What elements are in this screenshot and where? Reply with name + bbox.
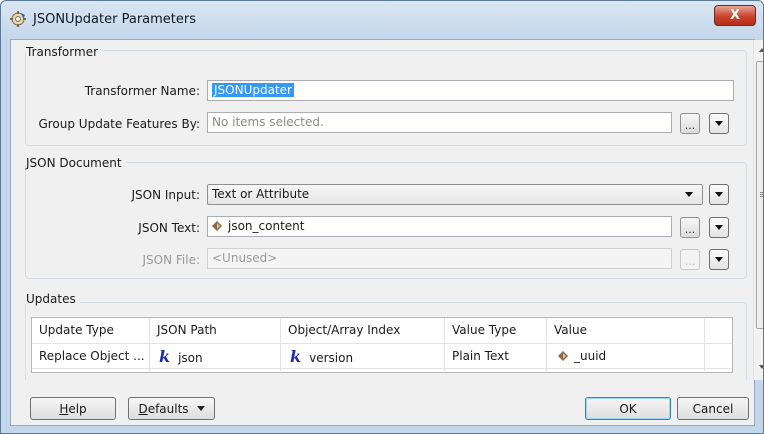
column-header-value-type[interactable]: Value Type bbox=[452, 323, 516, 337]
k-expression-icon: k bbox=[159, 347, 171, 366]
parameters-scroll-area: Transformer Transformer Name: JSONUpdate… bbox=[11, 40, 753, 380]
grip-icon bbox=[760, 192, 763, 193]
row-divider bbox=[32, 368, 732, 369]
chevron-down-icon bbox=[715, 257, 723, 262]
json-input-menu-button[interactable] bbox=[709, 184, 729, 205]
cell-json-path[interactable]: k json bbox=[159, 347, 203, 366]
title-bar[interactable]: JSONUpdater Parameters X bbox=[1, 1, 763, 39]
json-input-label: JSON Input: bbox=[131, 188, 200, 202]
json-file-value: <Unused> bbox=[212, 251, 278, 265]
defaults-button[interactable]: Defaults bbox=[128, 397, 215, 420]
grip-icon bbox=[760, 194, 763, 195]
json-file-input[interactable]: <Unused> bbox=[207, 248, 672, 269]
column-header-update-type[interactable]: Update Type bbox=[39, 323, 114, 337]
json-file-menu-button[interactable] bbox=[709, 249, 729, 270]
defaults-button-label: efaults bbox=[147, 401, 189, 416]
transformer-name-value: JSONUpdater bbox=[212, 83, 294, 97]
ellipsis-icon: ... bbox=[684, 223, 696, 236]
json-text-label: JSON Text: bbox=[138, 221, 200, 235]
json-text-input[interactable]: json_content bbox=[207, 216, 672, 237]
dialog-client-area: Transformer Transformer Name: JSONUpdate… bbox=[10, 39, 763, 426]
transformer-name-label: Transformer Name: bbox=[84, 84, 200, 98]
cell-value-type[interactable]: Plain Text bbox=[452, 349, 509, 363]
json-file-label: JSON File: bbox=[142, 253, 200, 267]
column-header-object-index[interactable]: Object/Array Index bbox=[288, 323, 400, 337]
help-button-label: elp bbox=[68, 401, 87, 416]
chevron-down-icon bbox=[715, 225, 723, 230]
cell-update-type[interactable]: Replace Object ... bbox=[39, 349, 145, 363]
transformer-name-input[interactable]: JSONUpdater bbox=[207, 80, 734, 101]
json-input-select[interactable]: Text or Attribute bbox=[207, 184, 703, 205]
column-header-json-path[interactable]: JSON Path bbox=[157, 323, 217, 337]
help-button[interactable]: Help bbox=[30, 397, 116, 420]
scroll-down-icon[interactable] bbox=[759, 365, 763, 369]
cell-object-index-text: version bbox=[309, 351, 354, 365]
window-title: JSONUpdater Parameters bbox=[33, 12, 197, 27]
column-header-value[interactable]: Value bbox=[554, 323, 587, 337]
cell-value[interactable]: _uuid bbox=[558, 349, 606, 363]
attribute-diamond-icon bbox=[212, 221, 222, 231]
help-button-accel: H bbox=[59, 401, 69, 416]
k-expression-icon: k bbox=[290, 347, 302, 366]
attribute-diamond-icon bbox=[558, 351, 568, 361]
close-button[interactable]: X bbox=[714, 5, 756, 26]
cell-value-text: _uuid bbox=[574, 349, 607, 363]
updates-group-title: Updates bbox=[26, 292, 80, 306]
chevron-down-icon bbox=[196, 406, 205, 411]
cell-json-path-text: json bbox=[178, 351, 203, 365]
json-text-value: json_content bbox=[228, 219, 305, 233]
chevron-down-icon bbox=[685, 192, 693, 197]
scroll-up-icon[interactable] bbox=[759, 48, 763, 52]
table-row[interactable]: Replace Object ... k json k version Plain … bbox=[32, 344, 732, 368]
grip-icon bbox=[760, 196, 763, 197]
cancel-button-label: Cancel bbox=[692, 401, 734, 416]
ok-button[interactable]: OK bbox=[585, 397, 671, 420]
close-icon: X bbox=[729, 8, 741, 23]
chevron-down-icon bbox=[715, 121, 723, 126]
scrollbar-thumb[interactable] bbox=[756, 61, 763, 329]
ellipsis-icon: ... bbox=[684, 119, 696, 132]
group-by-input[interactable]: No items selected. bbox=[207, 112, 672, 133]
json-text-ellipsis-button[interactable]: ... bbox=[680, 217, 700, 238]
group-by-label: Group Update Features By: bbox=[38, 117, 200, 131]
group-by-menu-button[interactable] bbox=[709, 113, 729, 134]
json-file-ellipsis-button[interactable]: ... bbox=[680, 249, 700, 270]
ok-button-label: OK bbox=[619, 401, 637, 416]
fme-transformer-icon bbox=[10, 11, 26, 27]
vertical-scrollbar[interactable] bbox=[753, 40, 763, 380]
defaults-button-accel: D bbox=[138, 401, 148, 416]
json-input-value: Text or Attribute bbox=[212, 187, 310, 201]
json-document-group-title: JSON Document bbox=[26, 156, 126, 170]
chevron-down-icon bbox=[715, 192, 723, 197]
group-by-placeholder: No items selected. bbox=[212, 115, 324, 129]
cancel-button[interactable]: Cancel bbox=[677, 397, 749, 420]
updates-table: Update Type JSON Path Object/Array Index… bbox=[31, 317, 733, 373]
cell-object-index[interactable]: k version bbox=[290, 347, 353, 366]
json-text-menu-button[interactable] bbox=[709, 217, 729, 238]
dialog-window: JSONUpdater Parameters X Transformer Tra… bbox=[0, 0, 764, 434]
group-by-ellipsis-button[interactable]: ... bbox=[680, 113, 700, 134]
transformer-group-title: Transformer bbox=[26, 45, 103, 59]
ellipsis-icon: ... bbox=[684, 255, 696, 268]
